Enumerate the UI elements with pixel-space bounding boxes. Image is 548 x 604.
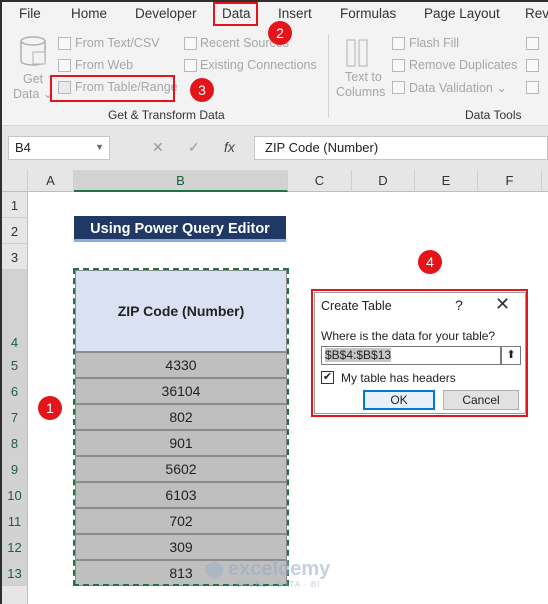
tab-review[interactable]: Rev [525, 6, 548, 21]
chevron-down-icon[interactable]: ▼ [95, 142, 104, 152]
tab-developer[interactable]: Developer [135, 6, 197, 21]
range-value: $B$4:$B$13 [325, 348, 392, 362]
flash-fill-button[interactable]: Flash Fill [409, 36, 459, 50]
insert-function-icon[interactable]: fx [224, 139, 235, 155]
ok-button[interactable]: OK [363, 390, 435, 410]
row-header-1[interactable]: 1 [2, 192, 28, 218]
row-header-9[interactable]: 9 [2, 456, 28, 482]
text-to-columns-label-2[interactable]: Columns [336, 85, 385, 99]
web-icon [58, 59, 71, 72]
row-header-3[interactable]: 3 [2, 244, 28, 270]
from-table-range-highlight [50, 75, 175, 102]
watermark-tagline: EXCEL · DATA · BI [236, 580, 321, 589]
close-icon[interactable]: ✕ [495, 294, 510, 315]
row-header-12[interactable]: 12 [2, 534, 28, 560]
data-tab-highlight [213, 2, 258, 26]
range-input[interactable]: $B$4:$B$13 [321, 346, 501, 365]
step-badge-2: 2 [268, 21, 292, 45]
manage-model-icon[interactable] [526, 81, 539, 94]
range-prompt: Where is the data for your table? [321, 329, 496, 343]
row-header-8[interactable]: 8 [2, 430, 28, 456]
text-to-columns-icon [346, 39, 368, 67]
row-header-13[interactable]: 13 [2, 560, 28, 586]
step-badge-4: 4 [418, 250, 442, 274]
row-header-11[interactable]: 11 [2, 508, 28, 534]
row-header-overflow [2, 586, 28, 604]
name-box[interactable]: B4 ▼ [8, 136, 110, 160]
row-header-4[interactable]: 4 [2, 270, 28, 352]
headers-checkbox-label[interactable]: My table has headers [341, 371, 456, 385]
exceldemy-logo-icon [205, 561, 223, 579]
formula-bar: B4 ▼ ✕ ✓ fx ZIP Code (Number) [2, 126, 548, 170]
column-header-c[interactable]: C [288, 170, 352, 192]
help-icon[interactable]: ? [455, 297, 463, 313]
flash-fill-icon [392, 37, 405, 50]
confirm-icon[interactable]: ✓ [188, 139, 200, 156]
remove-duplicates-icon [392, 59, 405, 72]
group-get-transform-label: Get & Transform Data [108, 108, 225, 122]
row-header-7[interactable]: 7 [2, 404, 28, 430]
create-table-dialog: Create Table ? ✕ Where is the data for y… [314, 292, 526, 414]
ribbon-separator [328, 34, 329, 118]
group-data-tools-label: Data Tools [465, 108, 522, 122]
dialog-title: Create Table [321, 299, 392, 313]
data-validation-icon [392, 81, 405, 94]
cancel-button[interactable]: Cancel [443, 390, 519, 410]
watermark-text: exceldemy [228, 558, 331, 580]
formula-buttons: ✕ ✓ fx [138, 136, 250, 160]
tab-formulas[interactable]: Formulas [340, 6, 396, 21]
get-data-label-2[interactable]: Data ⌄ [13, 86, 53, 101]
text-to-columns-label-1[interactable]: Text to [345, 70, 382, 84]
headers-checkbox[interactable]: ✔ [321, 371, 334, 384]
step-badge-1: 1 [38, 396, 62, 420]
remove-duplicates-button[interactable]: Remove Duplicates [409, 58, 517, 72]
name-box-value: B4 [15, 140, 31, 155]
existing-connections-button[interactable]: Existing Connections [200, 58, 317, 72]
from-web-button[interactable]: From Web [75, 58, 133, 72]
data-validation-button[interactable]: Data Validation ⌄ [409, 80, 507, 95]
get-data-label-1[interactable]: Get [23, 72, 43, 86]
tab-file[interactable]: File [19, 6, 41, 21]
database-icon [20, 36, 46, 66]
column-header-overflow [542, 170, 548, 192]
tab-page-layout[interactable]: Page Layout [424, 6, 500, 21]
column-header-f[interactable]: F [478, 170, 542, 192]
tab-insert[interactable]: Insert [278, 6, 312, 21]
row-header-6[interactable]: 6 [2, 378, 28, 404]
row-header-5[interactable]: 5 [2, 352, 28, 378]
sheet-banner-title: Using Power Query Editor [74, 216, 286, 242]
relationships-icon[interactable] [526, 59, 539, 72]
cancel-icon[interactable]: ✕ [152, 139, 164, 156]
column-header-e[interactable]: E [415, 170, 478, 192]
text-file-icon [58, 37, 71, 50]
row-header-2[interactable]: 2 [2, 218, 28, 244]
from-text-csv-button[interactable]: From Text/CSV [75, 36, 160, 50]
column-header-b[interactable]: B [74, 170, 288, 192]
collapse-dialog-icon[interactable]: ⬆ [501, 346, 521, 365]
tab-home[interactable]: Home [71, 6, 107, 21]
column-header-d[interactable]: D [352, 170, 415, 192]
selection-marquee [73, 268, 289, 586]
consolidate-icon[interactable] [526, 37, 539, 50]
row-header-10[interactable]: 10 [2, 482, 28, 508]
step-badge-3: 3 [190, 78, 214, 102]
formula-input[interactable]: ZIP Code (Number) [254, 136, 548, 160]
existing-connections-icon [184, 59, 197, 72]
select-all-corner[interactable] [2, 170, 28, 192]
recent-sources-icon [184, 37, 197, 50]
column-header-a[interactable]: A [28, 170, 74, 192]
